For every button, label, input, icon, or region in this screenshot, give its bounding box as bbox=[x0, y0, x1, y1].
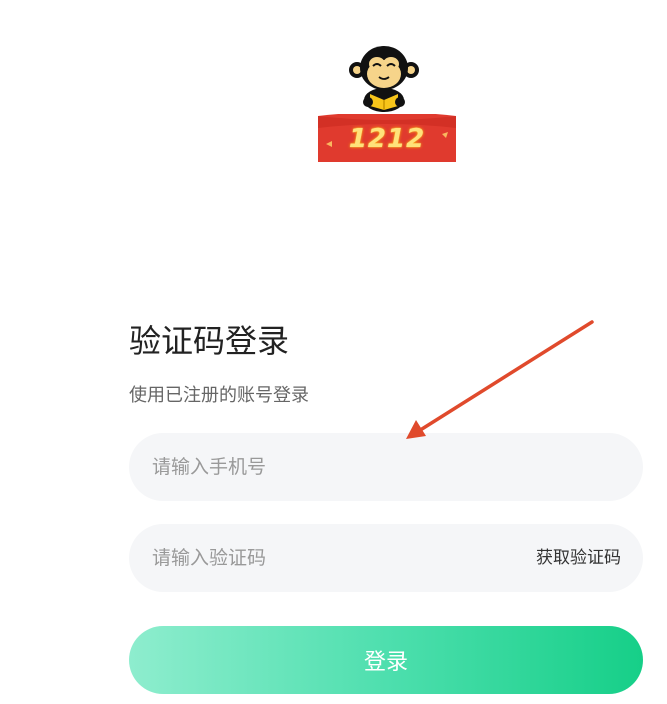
promo-banner-text: 1212 bbox=[348, 124, 426, 154]
page-subtitle: 使用已注册的账号登录 bbox=[129, 385, 309, 406]
verification-code-input[interactable] bbox=[152, 524, 492, 592]
page-title: 验证码登录 bbox=[129, 322, 290, 360]
verification-code-field[interactable]: 获取验证码 bbox=[129, 524, 643, 592]
red-arrow-icon bbox=[406, 320, 594, 439]
monkey-mascot-icon bbox=[349, 46, 419, 112]
login-button[interactable]: 登录 bbox=[129, 626, 643, 694]
get-code-button[interactable]: 获取验证码 bbox=[536, 524, 621, 592]
app-logo: 1212 bbox=[318, 44, 456, 164]
login-page: 1212 验证码登录 使用已注册的账号登录 获取验证码 登录 bbox=[0, 0, 667, 704]
